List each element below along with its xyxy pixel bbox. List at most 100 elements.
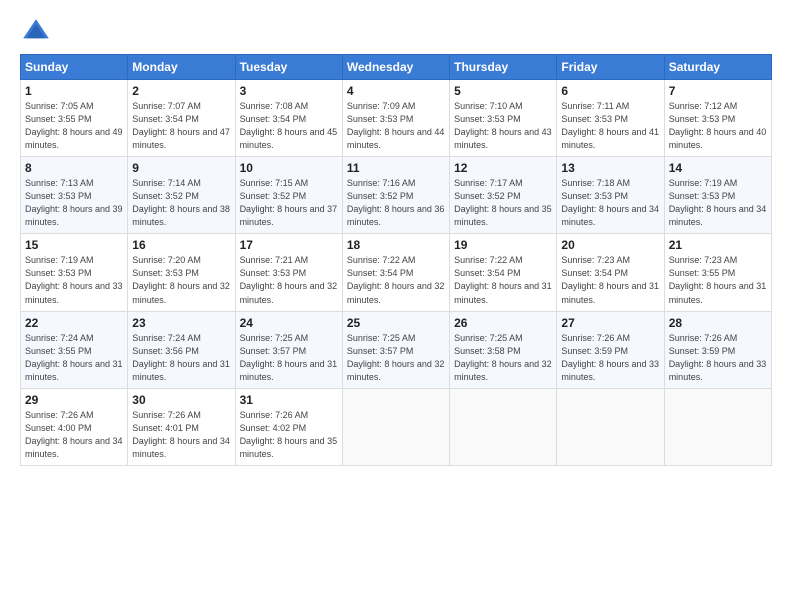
day-cell: 29Sunrise: 7:26 AMSunset: 4:00 PMDayligh… [21,388,128,465]
day-number: 3 [240,84,338,98]
day-detail: Sunrise: 7:18 AMSunset: 3:53 PMDaylight:… [561,178,659,227]
day-number: 30 [132,393,230,407]
day-cell: 2 Sunrise: 7:07 AMSunset: 3:54 PMDaylight… [128,80,235,157]
day-number: 19 [454,238,552,252]
day-number: 4 [347,84,445,98]
day-cell: 15Sunrise: 7:19 AMSunset: 3:53 PMDayligh… [21,234,128,311]
day-number: 6 [561,84,659,98]
day-detail: Sunrise: 7:24 AMSunset: 3:56 PMDaylight:… [132,333,230,382]
day-cell: 11Sunrise: 7:16 AMSunset: 3:52 PMDayligh… [342,157,449,234]
logo-icon [20,16,52,48]
day-number: 7 [669,84,767,98]
day-cell: 31 Sunrise: 7:26 AMSunset: 4:02 PMDayligh… [235,388,342,465]
day-number: 9 [132,161,230,175]
day-number: 22 [25,316,123,330]
week-row-2: 8 Sunrise: 7:13 AMSunset: 3:53 PMDaylight… [21,157,772,234]
logo [20,16,56,48]
day-detail: Sunrise: 7:25 AMSunset: 3:57 PMDaylight:… [240,333,338,382]
day-cell [342,388,449,465]
column-header-wednesday: Wednesday [342,55,449,80]
day-number: 18 [347,238,445,252]
day-detail: Sunrise: 7:23 AMSunset: 3:55 PMDaylight:… [669,255,767,304]
day-number: 27 [561,316,659,330]
calendar-header: SundayMondayTuesdayWednesdayThursdayFrid… [21,55,772,80]
day-number: 1 [25,84,123,98]
header-row: SundayMondayTuesdayWednesdayThursdayFrid… [21,55,772,80]
day-detail: Sunrise: 7:26 AMSunset: 4:02 PMDaylight:… [240,410,338,459]
day-detail: Sunrise: 7:21 AMSunset: 3:53 PMDaylight:… [240,255,338,304]
week-row-4: 22Sunrise: 7:24 AMSunset: 3:55 PMDayligh… [21,311,772,388]
day-cell: 20 Sunrise: 7:23 AMSunset: 3:54 PMDayligh… [557,234,664,311]
day-detail: Sunrise: 7:26 AMSunset: 3:59 PMDaylight:… [669,333,767,382]
day-cell: 27 Sunrise: 7:26 AMSunset: 3:59 PMDayligh… [557,311,664,388]
day-cell: 6 Sunrise: 7:11 AMSunset: 3:53 PMDaylight… [557,80,664,157]
day-detail: Sunrise: 7:05 AMSunset: 3:55 PMDaylight:… [25,101,123,150]
column-header-saturday: Saturday [664,55,771,80]
day-cell: 10 Sunrise: 7:15 AMSunset: 3:52 PMDayligh… [235,157,342,234]
day-detail: Sunrise: 7:07 AMSunset: 3:54 PMDaylight:… [132,101,230,150]
day-number: 31 [240,393,338,407]
day-number: 12 [454,161,552,175]
day-cell: 9 Sunrise: 7:14 AMSunset: 3:52 PMDaylight… [128,157,235,234]
day-detail: Sunrise: 7:17 AMSunset: 3:52 PMDaylight:… [454,178,552,227]
calendar-table: SundayMondayTuesdayWednesdayThursdayFrid… [20,54,772,466]
day-number: 20 [561,238,659,252]
day-cell: 21 Sunrise: 7:23 AMSunset: 3:55 PMDayligh… [664,234,771,311]
day-detail: Sunrise: 7:26 AMSunset: 3:59 PMDaylight:… [561,333,659,382]
column-header-friday: Friday [557,55,664,80]
day-cell: 18Sunrise: 7:22 AMSunset: 3:54 PMDayligh… [342,234,449,311]
day-cell [557,388,664,465]
day-number: 23 [132,316,230,330]
day-number: 15 [25,238,123,252]
day-cell: 26 Sunrise: 7:25 AMSunset: 3:58 PMDayligh… [450,311,557,388]
column-header-tuesday: Tuesday [235,55,342,80]
day-cell: 4 Sunrise: 7:09 AMSunset: 3:53 PMDaylight… [342,80,449,157]
column-header-thursday: Thursday [450,55,557,80]
day-number: 25 [347,316,445,330]
day-number: 24 [240,316,338,330]
day-detail: Sunrise: 7:13 AMSunset: 3:53 PMDaylight:… [25,178,123,227]
day-cell: 23 Sunrise: 7:24 AMSunset: 3:56 PMDayligh… [128,311,235,388]
day-number: 17 [240,238,338,252]
day-number: 10 [240,161,338,175]
day-detail: Sunrise: 7:14 AMSunset: 3:52 PMDaylight:… [132,178,230,227]
day-detail: Sunrise: 7:15 AMSunset: 3:52 PMDaylight:… [240,178,338,227]
page-container: SundayMondayTuesdayWednesdayThursdayFrid… [0,0,792,476]
day-detail: Sunrise: 7:09 AMSunset: 3:53 PMDaylight:… [347,101,445,150]
day-detail: Sunrise: 7:20 AMSunset: 3:53 PMDaylight:… [132,255,230,304]
day-cell: 14Sunrise: 7:19 AMSunset: 3:53 PMDayligh… [664,157,771,234]
day-detail: Sunrise: 7:08 AMSunset: 3:54 PMDaylight:… [240,101,338,150]
day-cell: 1 Sunrise: 7:05 AMSunset: 3:55 PMDaylight… [21,80,128,157]
day-cell [450,388,557,465]
day-number: 8 [25,161,123,175]
day-detail: Sunrise: 7:11 AMSunset: 3:53 PMDaylight:… [561,101,659,150]
week-row-5: 29Sunrise: 7:26 AMSunset: 4:00 PMDayligh… [21,388,772,465]
day-detail: Sunrise: 7:19 AMSunset: 3:53 PMDaylight:… [669,178,767,227]
day-number: 26 [454,316,552,330]
day-number: 29 [25,393,123,407]
day-number: 28 [669,316,767,330]
day-detail: Sunrise: 7:12 AMSunset: 3:53 PMDaylight:… [669,101,767,150]
day-cell: 12 Sunrise: 7:17 AMSunset: 3:52 PMDayligh… [450,157,557,234]
day-cell: 3 Sunrise: 7:08 AMSunset: 3:54 PMDaylight… [235,80,342,157]
day-detail: Sunrise: 7:23 AMSunset: 3:54 PMDaylight:… [561,255,659,304]
day-number: 2 [132,84,230,98]
day-number: 5 [454,84,552,98]
day-cell: 16 Sunrise: 7:20 AMSunset: 3:53 PMDayligh… [128,234,235,311]
week-row-3: 15Sunrise: 7:19 AMSunset: 3:53 PMDayligh… [21,234,772,311]
day-cell: 17 Sunrise: 7:21 AMSunset: 3:53 PMDayligh… [235,234,342,311]
day-cell: 13Sunrise: 7:18 AMSunset: 3:53 PMDayligh… [557,157,664,234]
day-cell: 28 Sunrise: 7:26 AMSunset: 3:59 PMDayligh… [664,311,771,388]
day-number: 21 [669,238,767,252]
column-header-sunday: Sunday [21,55,128,80]
day-cell: 19 Sunrise: 7:22 AMSunset: 3:54 PMDayligh… [450,234,557,311]
day-detail: Sunrise: 7:22 AMSunset: 3:54 PMDaylight:… [454,255,552,304]
day-detail: Sunrise: 7:10 AMSunset: 3:53 PMDaylight:… [454,101,552,150]
day-number: 16 [132,238,230,252]
day-cell: 25Sunrise: 7:25 AMSunset: 3:57 PMDayligh… [342,311,449,388]
day-detail: Sunrise: 7:25 AMSunset: 3:58 PMDaylight:… [454,333,552,382]
header [20,16,772,48]
day-detail: Sunrise: 7:26 AMSunset: 4:01 PMDaylight:… [132,410,230,459]
calendar-body: 1 Sunrise: 7:05 AMSunset: 3:55 PMDaylight… [21,80,772,466]
week-row-1: 1 Sunrise: 7:05 AMSunset: 3:55 PMDaylight… [21,80,772,157]
